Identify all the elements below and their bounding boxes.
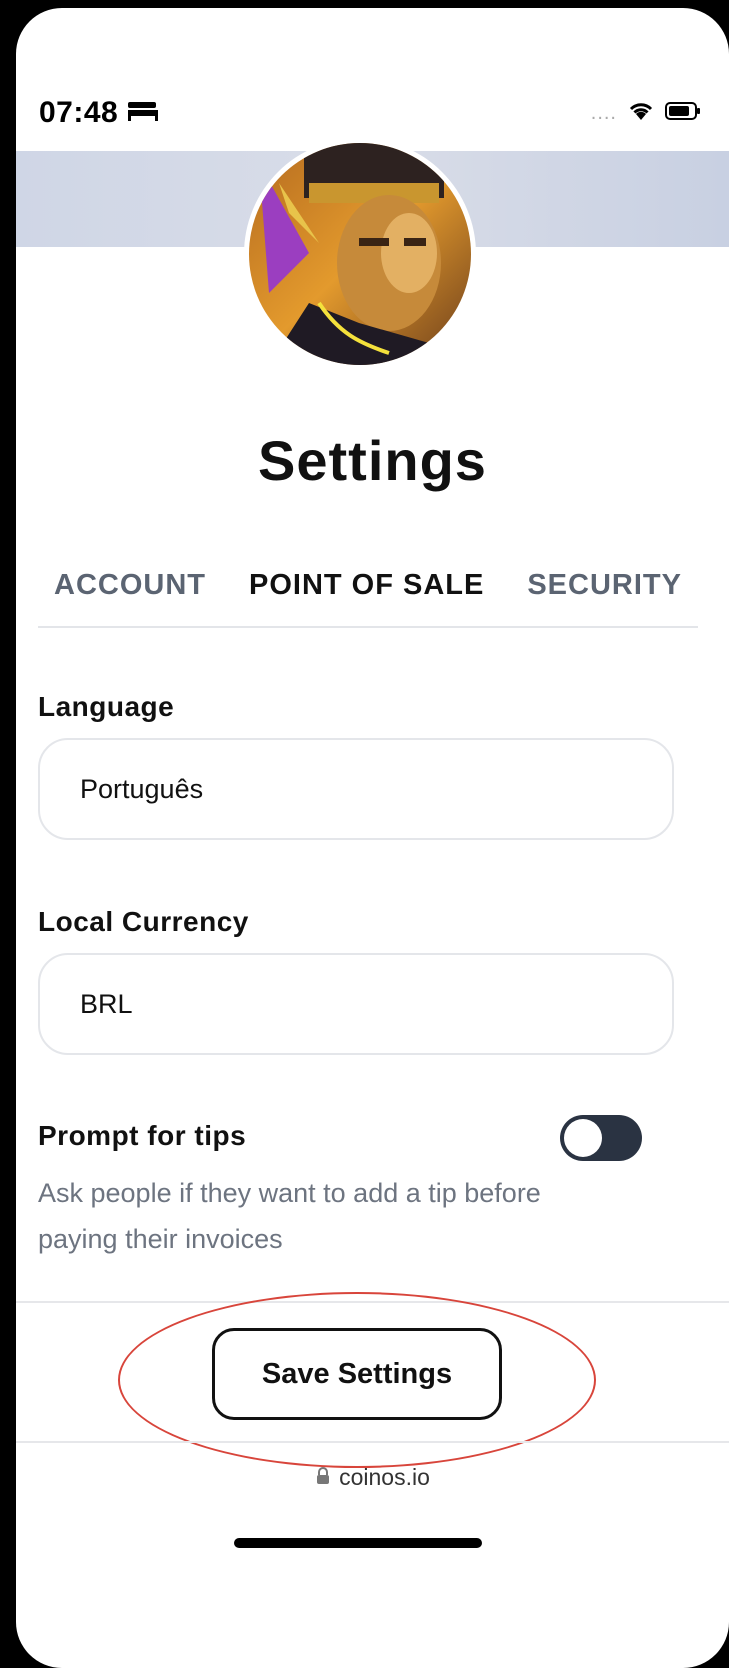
signal-dots: ....: [590, 102, 617, 124]
tips-toggle[interactable]: [560, 1115, 642, 1161]
language-value: Português: [80, 773, 204, 804]
wifi-icon: [627, 100, 655, 127]
tips-description: Ask people if they want to add a tip bef…: [38, 1178, 541, 1254]
home-indicator[interactable]: [234, 1538, 482, 1548]
tab-account[interactable]: ACCOUNT: [38, 565, 222, 625]
save-settings-button[interactable]: Save Settings: [212, 1328, 502, 1420]
avatar[interactable]: [244, 138, 476, 370]
page-title: Settings: [258, 429, 487, 492]
action-bar-divider: [16, 1301, 729, 1303]
bed-icon: [126, 100, 160, 127]
status-time: 07:48: [39, 96, 119, 129]
tips-label: Prompt for tips: [38, 1120, 247, 1151]
currency-select[interactable]: BRL: [38, 953, 674, 1055]
language-label: Language: [38, 691, 175, 722]
avatar-image: [249, 143, 471, 365]
tab-security[interactable]: SECURITY: [511, 565, 698, 625]
browser-url: coinos.io: [339, 1464, 430, 1490]
battery-icon: [665, 101, 701, 126]
browser-url-bar[interactable]: coinos.io: [16, 1464, 729, 1491]
toggle-knob: [564, 1119, 602, 1157]
browser-bar-divider: [16, 1441, 729, 1443]
status-icons: ....: [591, 100, 701, 127]
phone-screen: 07:48 .... Settings ACCOUNT POINT OF SAL…: [16, 8, 729, 1668]
language-select[interactable]: Português: [38, 738, 674, 840]
tab-bar: ACCOUNT POINT OF SALE SECURITY: [38, 565, 698, 625]
lock-icon: [315, 1464, 331, 1491]
tab-point-of-sale[interactable]: POINT OF SALE: [233, 565, 500, 625]
currency-label: Local Currency: [38, 906, 249, 937]
tabs-divider: [38, 626, 698, 628]
currency-value: BRL: [80, 988, 133, 1019]
